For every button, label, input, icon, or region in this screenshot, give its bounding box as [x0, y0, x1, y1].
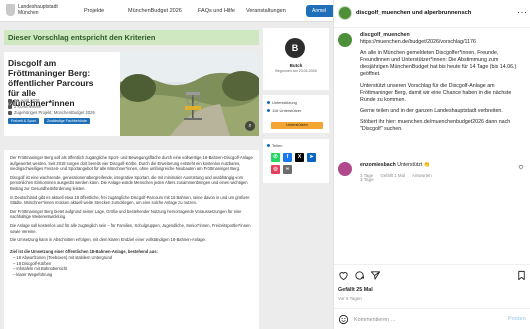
post-header: discgolf_muenchen und alperbrunnensch ··…	[334, 0, 530, 28]
author-date: Begonnen am 23.04.2026	[275, 69, 317, 73]
body-paragraph: Die Umsetzung kann in Abschnitten erfolg…	[10, 237, 206, 243]
proposal-project[interactable]: Zugehöriges Projekt: MünchenBudget 2026	[8, 110, 95, 115]
author-avatar[interactable]: B	[285, 38, 305, 58]
list-item: – klarer Wegeführung	[13, 271, 53, 277]
proposal-card: Discgolf am Fröttmaninger Berg: öffentli…	[4, 52, 259, 136]
caption-link[interactable]: https://muenchen.de/budget/2026/vorschla…	[360, 39, 476, 45]
list-heading: Ziel ist die Umsetzung einer öffentliche…	[10, 248, 158, 254]
comment-likes[interactable]: Gefällt 1 Mal	[380, 173, 405, 178]
caption-paragraph: An alle in München gemeldeten Discgolfer…	[360, 50, 517, 78]
proposal-photo[interactable]: ⌕	[120, 52, 259, 136]
proposal-body: Der Fröttmaninger Berg soll als öffentli…	[4, 150, 259, 329]
facebook-icon[interactable]: f	[283, 153, 292, 162]
comment-username[interactable]: enzomiesbach	[360, 162, 396, 168]
status-banner: Dieser Vorschlag entspricht den Kriterie…	[4, 30, 259, 45]
nav-events[interactable]: Veranstaltungen	[246, 8, 286, 14]
site-brand[interactable]: Landeshauptstadt München	[18, 4, 73, 16]
post-actions	[334, 264, 530, 284]
people-icon	[267, 109, 270, 113]
caption-paragraph: Stöbert ihr hier: muenchen.de/muenchenbu…	[360, 118, 511, 133]
avatar[interactable]	[338, 6, 352, 20]
caption-text: discgolf_muenchen https://muenchen.de/bu…	[360, 32, 524, 133]
magnifier-icon[interactable]: ⌕	[245, 121, 255, 131]
comment-item: enzomiesbach Unterstützt 👏 3 Tage Gefäll…	[338, 160, 524, 184]
body-paragraph: Die Anlage soll kostenlos und für alle z…	[10, 222, 251, 234]
heart-icon[interactable]	[518, 164, 524, 170]
support-button[interactable]: Unterstützen	[271, 122, 323, 129]
caption-paragraph: Gerne teilen und in der ganzen Landeshau…	[360, 107, 503, 114]
instagram-icon[interactable]: ◎	[271, 165, 280, 174]
nav-budget[interactable]: MünchenBudget 2026	[128, 8, 182, 14]
comment-text: enzomiesbach Unterstützt 👏	[360, 162, 431, 168]
link-icon[interactable]: ∞	[283, 165, 292, 174]
author-name[interactable]: Butch	[263, 63, 329, 68]
comment-input[interactable]	[354, 315, 494, 325]
x-icon[interactable]: X	[295, 153, 304, 162]
post-age: Vor 5 Tagen	[338, 296, 362, 301]
website-screenshot: Landeshauptstadt München Projekte Münche…	[0, 0, 333, 329]
bookmark-icon[interactable]	[516, 270, 527, 281]
comment-meta: 3 Tage Gefällt 1 Mal Antworten	[360, 173, 438, 178]
supporter-count: 116 Unterstützer	[267, 108, 301, 113]
caption-paragraph: Unterstützt unseren Vorschlag für die Di…	[360, 82, 512, 103]
calendar-icon	[8, 98, 12, 103]
share-icon	[267, 144, 270, 148]
body-paragraph: In Deutschland gibt es aktuell etwa 18 ö…	[10, 194, 250, 206]
tag-authority[interactable]: Zuständige Fachbehörde	[44, 118, 90, 124]
avatar[interactable]	[338, 162, 352, 176]
proposal-date: 23. April 2026	[8, 98, 40, 103]
nav-projects[interactable]: Projekte	[84, 8, 104, 14]
support-heading: Unterstützung	[267, 100, 297, 105]
emoji-icon[interactable]	[338, 314, 349, 325]
reply-button[interactable]: Antworten	[412, 173, 432, 178]
share-label: Teilen	[267, 143, 282, 148]
post-author[interactable]: discgolf_muenchen und alperbrunnensch	[356, 10, 471, 16]
caption-username[interactable]: discgolf_muenchen	[360, 32, 410, 38]
support-card: Unterstützung 116 Unterstützer Unterstüt…	[263, 95, 329, 133]
login-button[interactable]: Anmel	[306, 5, 333, 17]
site-header: Landeshauptstadt München Projekte Münche…	[0, 0, 333, 22]
share-icon[interactable]	[370, 270, 381, 281]
comment-icon	[8, 104, 12, 109]
add-comment-bar: Posten	[334, 308, 530, 329]
body-paragraph: Der Fröttmaninger Berg bietet aufgrund s…	[10, 208, 242, 220]
folder-icon	[8, 110, 12, 115]
support-icon	[267, 101, 270, 105]
comment-icon[interactable]	[354, 270, 365, 281]
heart-icon[interactable]	[338, 270, 349, 281]
city-crest-icon	[6, 4, 15, 16]
body-paragraph: Discgolf ist eine wachsende, generatione…	[10, 174, 248, 191]
nav-faq[interactable]: FAQs und Hilfe	[198, 8, 235, 14]
tag-leisure-sport[interactable]: Freizeit & Sport	[8, 118, 39, 124]
like-count[interactable]: Gefällt 25 Mal	[338, 287, 373, 293]
proposal-comments[interactable]: 2 Kommentare	[8, 104, 41, 109]
body-paragraph: Der Fröttmaninger Berg soll als öffentli…	[10, 155, 253, 172]
telegram-icon[interactable]: ➤	[307, 153, 316, 162]
post-comment-button[interactable]: Posten	[508, 316, 526, 322]
instagram-post-panel: discgolf_muenchen und alperbrunnensch ··…	[333, 0, 530, 329]
avatar[interactable]	[338, 33, 352, 47]
more-icon[interactable]: ···	[517, 7, 528, 17]
author-card: B Butch Begonnen am 23.04.2026	[263, 28, 329, 90]
comment-time: 3 Tage	[360, 173, 374, 178]
whatsapp-icon[interactable]: ✆	[271, 153, 280, 162]
share-card: Teilen ✆ f X ➤ ◎ ∞	[263, 139, 329, 183]
park-scene-image	[120, 52, 259, 136]
